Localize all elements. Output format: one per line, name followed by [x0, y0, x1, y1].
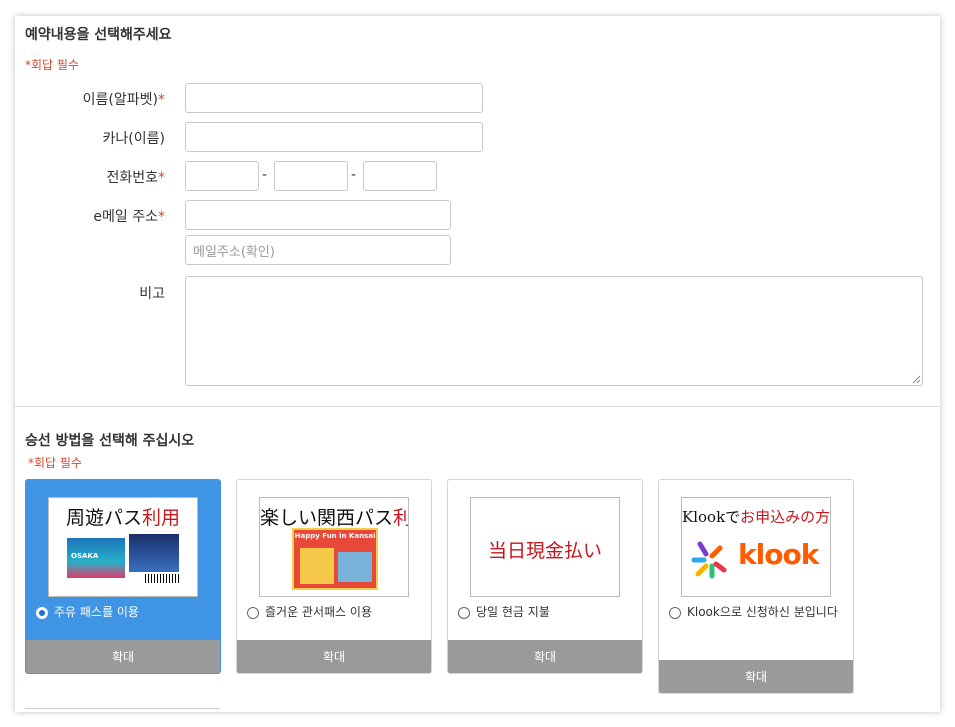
required-note: *회답 필수 — [25, 58, 79, 72]
klook-logo-icon — [691, 541, 727, 579]
next-card-edge — [25, 708, 220, 709]
option-label-row[interactable]: 즐거운 관서패스 이용 — [247, 603, 421, 622]
option-image-cash: 当日現金払い — [470, 497, 620, 597]
barcode-graphic — [145, 574, 179, 583]
pass-card-graphic: OSAKA — [67, 538, 125, 578]
zoom-button[interactable]: 확대 — [659, 660, 853, 693]
phone-input-1[interactable] — [185, 161, 259, 191]
notes-textarea[interactable] — [185, 276, 923, 386]
option-card-klook[interactable]: Klookでお申込みの方 klook Klook으로 신청하신 분입니다 확대 — [658, 479, 854, 694]
section-title-reservation: 예약내용을 선택해주세요 — [25, 27, 172, 43]
radio-button[interactable] — [247, 607, 259, 619]
email-input[interactable] — [185, 200, 451, 230]
pass-booklet-graphic — [129, 534, 179, 572]
option-image-kansai-pass: 楽しい関西パス利用 Happy Fun in Kansai — [259, 497, 409, 597]
zoom-button[interactable]: 확대 — [237, 640, 431, 673]
section-divider — [15, 406, 940, 407]
radio-button-selected[interactable] — [36, 607, 48, 619]
kana-input[interactable] — [185, 122, 483, 152]
phone-input-2[interactable] — [274, 161, 348, 191]
kansai-pass-graphic: Happy Fun in Kansai — [292, 528, 378, 590]
name-label: 이름(알파벳)* — [82, 92, 165, 108]
option-image-shuyu-pass: 周遊パス利用 OSAKA — [48, 497, 198, 597]
option-image-klook: Klookでお申込みの方 klook — [681, 497, 831, 597]
zoom-button[interactable]: 확대 — [26, 640, 220, 673]
kana-label: 카나(이름) — [102, 131, 165, 147]
option-card-kansai-pass[interactable]: 楽しい関西パス利用 Happy Fun in Kansai 즐거운 관서패스 이… — [236, 479, 432, 674]
reservation-form-panel: 예약내용을 선택해주세요 *회답 필수 이름(알파벳)* 카나(이름) 전화번호… — [15, 16, 940, 712]
phone-dash-1: - — [262, 167, 268, 183]
phone-input-3[interactable] — [363, 161, 437, 191]
name-input[interactable] — [185, 83, 483, 113]
phone-label: 전화번호* — [106, 170, 165, 186]
radio-button[interactable] — [458, 607, 470, 619]
option-label-row[interactable]: 주유 패스를 이용 — [36, 603, 210, 622]
resize-handle-icon[interactable] — [912, 375, 921, 384]
option-card-shuyu-pass[interactable]: 周遊パス利用 OSAKA 주유 패스를 이용 확대 — [25, 479, 221, 674]
required-note-boarding: *회답 필수 — [28, 456, 82, 470]
radio-button[interactable] — [669, 607, 681, 619]
section-title-boarding: 승선 방법을 선택해 주십시오 — [25, 433, 195, 449]
option-label-row[interactable]: Klook으로 신청하신 분입니다 — [669, 603, 843, 622]
notes-label: 비고 — [139, 286, 165, 302]
email-label: e메일 주소* — [93, 209, 165, 225]
option-card-cash[interactable]: 当日現金払い 당일 현금 지불 확대 — [447, 479, 643, 674]
klook-brand-text: klook — [738, 538, 819, 571]
option-label-row[interactable]: 당일 현금 지불 — [458, 603, 632, 622]
zoom-button[interactable]: 확대 — [448, 640, 642, 673]
email-confirm-input[interactable]: 메일주소(확인) — [185, 235, 451, 265]
phone-dash-2: - — [351, 167, 357, 183]
